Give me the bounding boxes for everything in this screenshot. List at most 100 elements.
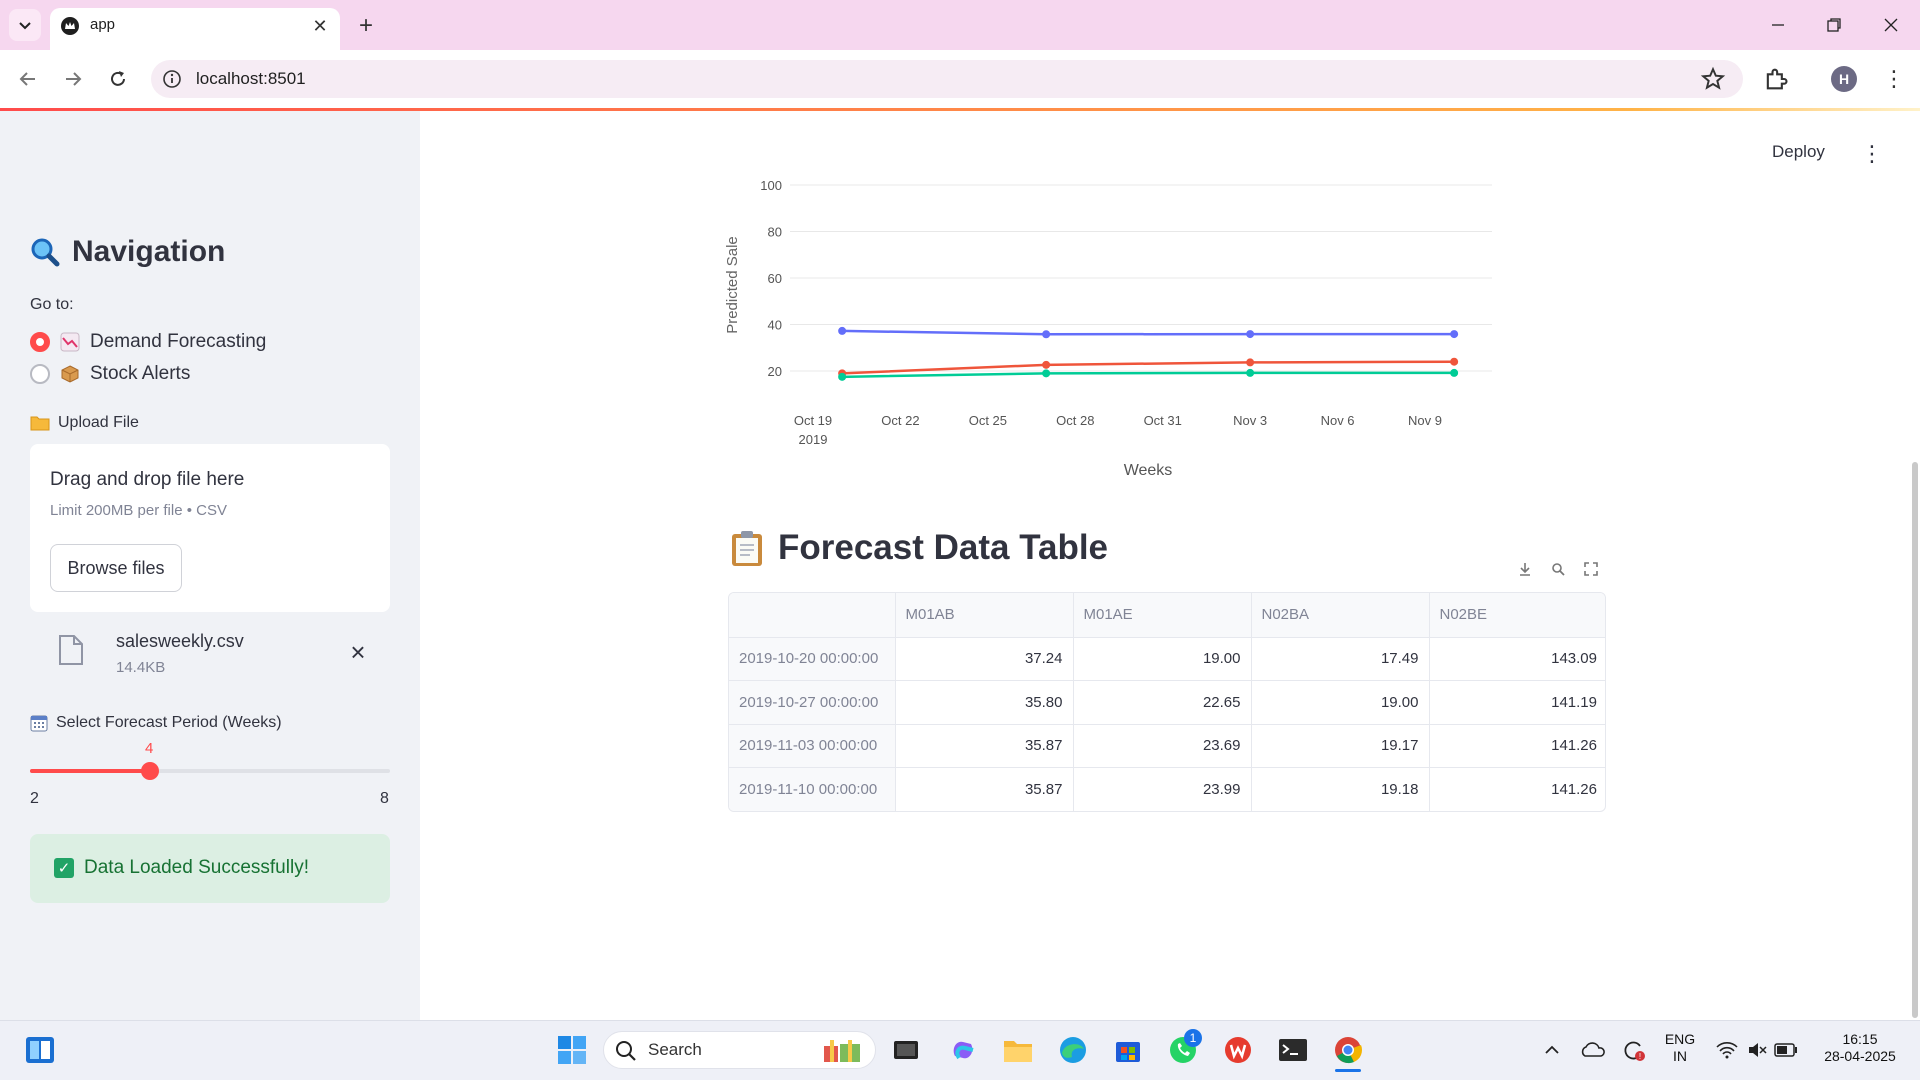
- table-cell[interactable]: 19.00: [1073, 637, 1252, 681]
- address-bar[interactable]: [151, 60, 1743, 98]
- row-index-cell[interactable]: 2019-10-27 00:00:00: [729, 680, 896, 725]
- task-view-icon[interactable]: [890, 1034, 922, 1066]
- wifi-icon[interactable]: [1711, 1034, 1743, 1066]
- row-index-cell[interactable]: 2019-11-10 00:00:00: [729, 767, 896, 811]
- terminal-icon[interactable]: [1277, 1034, 1309, 1066]
- column-header[interactable]: M01AE: [1073, 593, 1252, 638]
- table-row: 2019-11-10 00:00:00 35.87 23.99 19.18 14…: [729, 767, 1605, 812]
- chart-x-tick-label: Oct 31: [1144, 413, 1182, 428]
- slider-thumb[interactable]: [140, 762, 159, 780]
- tray-overflow-icon[interactable]: [1536, 1034, 1568, 1066]
- chart-x-tick-label: Oct 19: [794, 413, 832, 428]
- table-cell[interactable]: 23.99: [1073, 767, 1252, 811]
- chart-data-point: [1042, 330, 1051, 339]
- microsoft-store-icon[interactable]: [1112, 1034, 1144, 1066]
- forecast-period-label: Select Forecast Period (Weeks): [30, 714, 282, 732]
- table-cell[interactable]: 19.18: [1251, 767, 1430, 811]
- main-menu-icon[interactable]: ⋮: [1860, 140, 1884, 168]
- chart-y-tick-label: 80: [768, 225, 782, 240]
- forecast-line-chart: 20 40 60 80 100 Oct 19 Oct 22 Oct 25 Oct 28 Oct …: [724, 178, 1492, 479]
- chart-y-tick-label: 60: [768, 271, 782, 286]
- table-cell[interactable]: 35.87: [895, 724, 1074, 768]
- table-row: 2019-10-20 00:00:00 37.24 19.00 17.49 14…: [729, 637, 1605, 681]
- table-cell[interactable]: 141.19: [1429, 680, 1605, 725]
- search-icon[interactable]: [1547, 558, 1569, 580]
- column-header[interactable]: N02BE: [1429, 593, 1605, 638]
- slider-fill: [30, 769, 150, 773]
- remove-file-icon[interactable]: ×: [344, 637, 372, 667]
- forward-arrow-icon[interactable]: [56, 62, 90, 96]
- table-cell[interactable]: 141.26: [1429, 768, 1605, 812]
- fullscreen-icon[interactable]: [1580, 558, 1602, 580]
- table-cell[interactable]: 17.49: [1251, 637, 1430, 681]
- chart-data-point: [1042, 369, 1051, 378]
- radio-label: Stock Alerts: [90, 363, 191, 384]
- chart-x-tick-year-label: 2019: [799, 432, 828, 447]
- taskbar-search-placeholder: Search: [648, 1040, 702, 1059]
- back-arrow-icon[interactable]: [11, 62, 45, 96]
- row-index-cell[interactable]: 2019-11-03 00:00:00: [729, 724, 896, 768]
- chart-data-point: [838, 372, 847, 381]
- table-cell[interactable]: 143.09: [1429, 637, 1605, 681]
- row-index-cell[interactable]: 2019-10-20 00:00:00: [729, 637, 896, 681]
- tab-close-icon[interactable]: ✕: [308, 14, 332, 38]
- sidebar-title: Navigation: [30, 235, 225, 269]
- radio-demand-forecasting[interactable]: Demand Forecasting: [30, 329, 266, 355]
- chrome-icon[interactable]: [1332, 1034, 1364, 1066]
- widgets-icon[interactable]: [24, 1034, 56, 1066]
- sidebar-title-text: Navigation: [72, 235, 226, 268]
- site-info-icon[interactable]: [162, 69, 182, 89]
- radio-button-selected[interactable]: [30, 332, 50, 352]
- clock[interactable]: 16:15 28-04-2025: [1810, 1031, 1910, 1065]
- wps-office-icon[interactable]: [1222, 1034, 1254, 1066]
- column-header[interactable]: N02BA: [1251, 593, 1430, 638]
- forecast-data-table[interactable]: M01AB M01AE N02BA N02BE 2019-10-20 00:00…: [728, 592, 1606, 812]
- radio-stock-alerts[interactable]: Stock Alerts: [30, 361, 190, 387]
- new-tab-icon[interactable]: +: [352, 12, 380, 40]
- column-header[interactable]: M01AB: [895, 593, 1074, 638]
- success-message: ✓ Data Loaded Successfully!: [54, 857, 309, 879]
- battery-icon[interactable]: [1770, 1034, 1802, 1066]
- bookmark-star-icon[interactable]: [1700, 66, 1726, 92]
- browse-files-button[interactable]: Browse files: [50, 544, 182, 592]
- table-cell[interactable]: 23.69: [1073, 724, 1252, 768]
- extensions-puzzle-icon[interactable]: [1762, 65, 1790, 93]
- table-cell[interactable]: 22.65: [1073, 680, 1252, 725]
- download-icon[interactable]: [1514, 558, 1536, 580]
- onedrive-cloud-icon[interactable]: [1577, 1034, 1609, 1066]
- file-icon: [59, 635, 83, 665]
- restore-icon[interactable]: [1814, 10, 1854, 40]
- language-code: ENG: [1664, 1031, 1696, 1047]
- table-cell[interactable]: 35.80: [895, 680, 1074, 725]
- package-emoji-icon: [61, 365, 79, 383]
- language-indicator[interactable]: ENG IN: [1660, 1031, 1700, 1065]
- page-scrollbar[interactable]: [1912, 462, 1918, 1018]
- radio-button-unselected[interactable]: [30, 364, 50, 384]
- slider-min-label: 2: [30, 790, 39, 807]
- table-cell[interactable]: 37.24: [895, 637, 1074, 681]
- edge-browser-icon[interactable]: [1057, 1034, 1089, 1066]
- table-cell[interactable]: 35.87: [895, 767, 1074, 811]
- table-title-text: Forecast Data Table: [778, 528, 1109, 567]
- browser-menu-icon[interactable]: ⋮: [1882, 64, 1906, 94]
- window-close-icon[interactable]: [1871, 10, 1911, 40]
- sync-alert-icon[interactable]: !: [1617, 1034, 1649, 1066]
- copilot-icon[interactable]: [947, 1034, 979, 1066]
- table-cell[interactable]: 141.26: [1429, 724, 1605, 768]
- table-cell[interactable]: 19.00: [1251, 680, 1430, 725]
- uploaded-file-size: 14.4KB: [116, 659, 166, 676]
- profile-avatar[interactable]: H: [1831, 66, 1857, 92]
- deploy-button[interactable]: Deploy: [1772, 142, 1825, 162]
- tab-search-button[interactable]: [9, 9, 41, 41]
- table-cell[interactable]: 19.17: [1251, 724, 1430, 768]
- reload-icon[interactable]: [101, 62, 135, 96]
- minimize-icon[interactable]: [1758, 10, 1798, 40]
- start-windows-icon[interactable]: [556, 1034, 588, 1066]
- chart-y-tick-label: 40: [768, 318, 782, 333]
- volume-muted-icon[interactable]: [1741, 1034, 1773, 1066]
- notification-badge: 1: [1184, 1029, 1202, 1047]
- file-explorer-icon[interactable]: [1002, 1034, 1034, 1066]
- table-toolbar: [1508, 554, 1608, 584]
- success-message-text: Data Loaded Successfully!: [84, 857, 309, 878]
- magnifier-emoji-icon: [31, 238, 60, 267]
